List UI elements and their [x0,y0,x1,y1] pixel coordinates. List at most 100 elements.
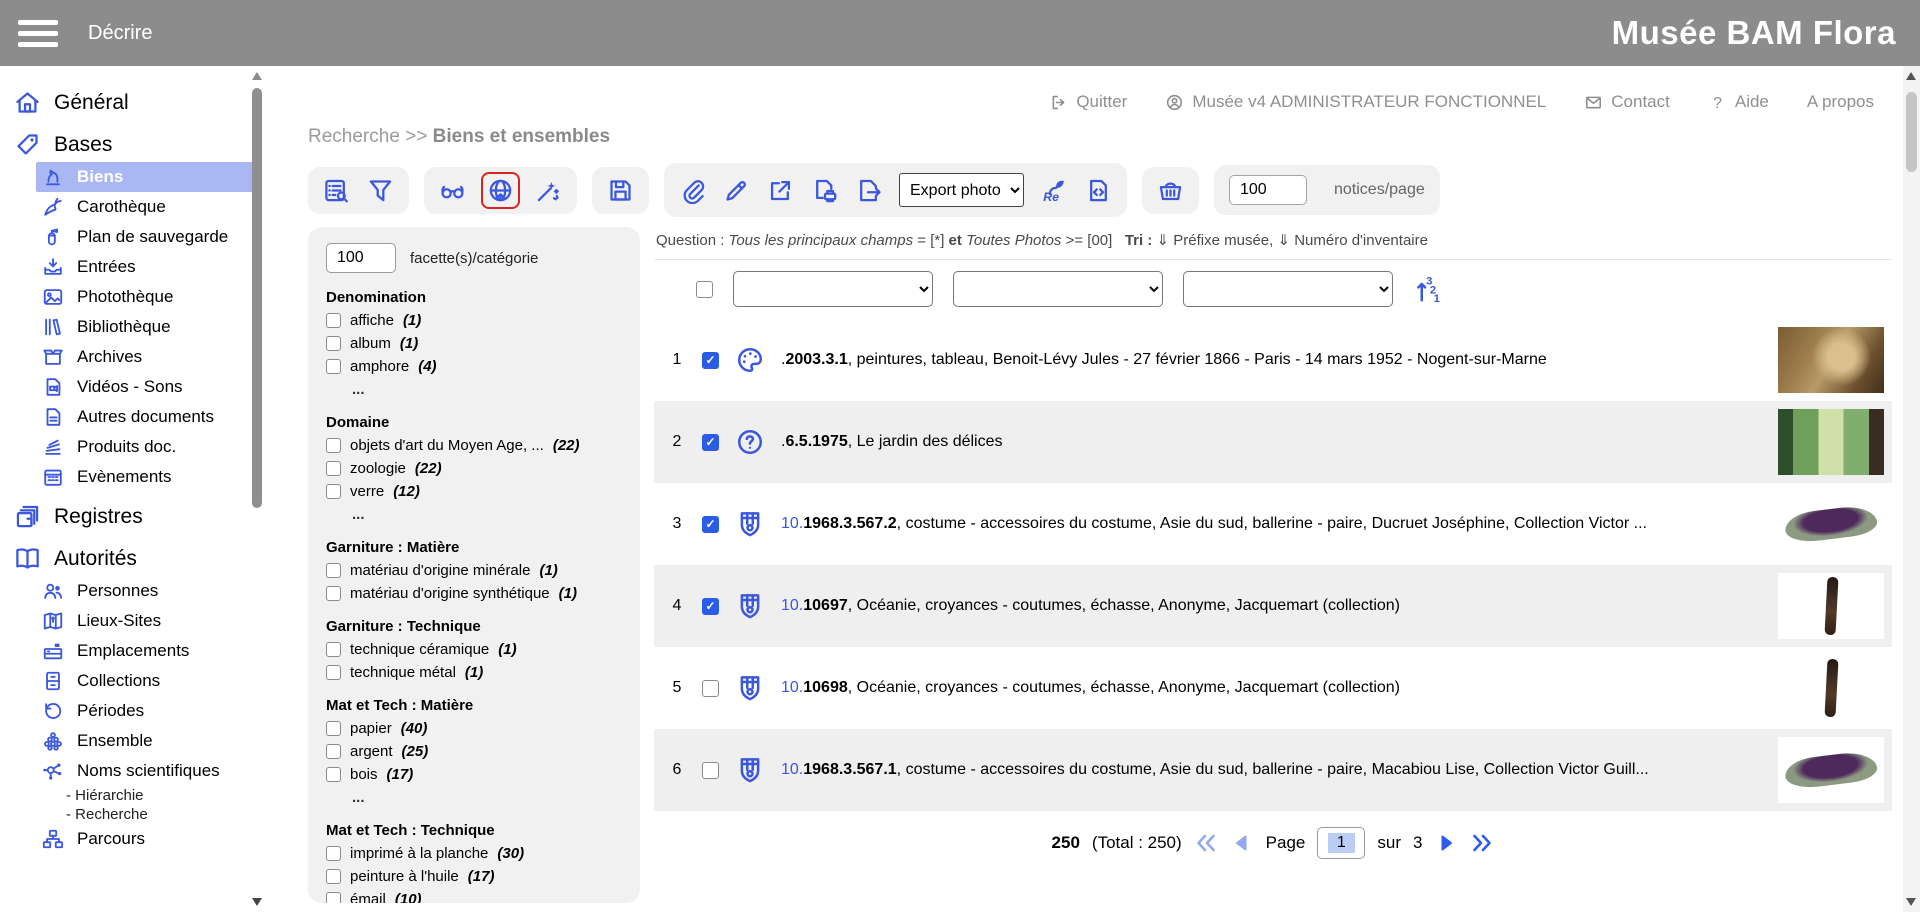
facet-item-imprim-la-planche[interactable]: imprimé à la planche(30) [326,845,622,862]
result-checkbox[interactable] [702,434,719,451]
facet-more[interactable]: ... [352,789,622,806]
export-photo-select[interactable]: Export photo [899,173,1024,207]
sidebar-item-vid-os-sons[interactable]: Vidéos - Sons [0,372,270,402]
result-checkbox[interactable] [702,680,719,697]
util-link-a-propos[interactable]: A propos [1807,92,1874,112]
facet-checkbox[interactable] [326,869,341,884]
save-icon[interactable] [607,177,634,204]
result-checkbox[interactable] [702,598,719,615]
result-text[interactable]: 10.10698, Océanie, croyances - coutumes,… [781,679,1778,697]
result-thumbnail-triptych[interactable] [1778,409,1884,475]
facet-item-mat-riau-d-origine-synth-tique[interactable]: matériau d'origine synthétique(1) [326,585,622,602]
breadcrumb-section[interactable]: Recherche [308,126,400,147]
sidebar-item-produits-doc[interactable]: Produits doc. [0,432,270,462]
filter-icon[interactable] [367,177,394,204]
sidebar-item-recherche[interactable]: - Recherche [0,805,270,824]
sidebar-item-ensemble[interactable]: Ensemble [0,726,270,756]
facet-item-amphore[interactable]: amphore(4) [326,358,622,375]
result-thumbnail-painting[interactable] [1778,327,1884,393]
print-doc-icon[interactable] [811,177,838,204]
edit-icon[interactable] [723,177,750,204]
result-checkbox[interactable] [702,762,719,779]
scroll-down-icon[interactable] [1906,898,1916,906]
notices-per-page-input[interactable] [1229,175,1307,205]
sidebar-item-p-riodes[interactable]: Périodes [0,696,270,726]
sidebar-item-biens[interactable]: Biens [36,162,254,192]
scroll-up-icon[interactable] [1906,72,1916,80]
result-thumbnail-slipper[interactable] [1778,491,1884,557]
result-text[interactable]: 10.1968.3.567.2, costume - accessoires d… [781,515,1778,533]
first-page-icon[interactable] [1194,831,1218,855]
facet-checkbox[interactable] [326,744,341,759]
result-text[interactable]: 10.10697, Océanie, croyances - coutumes,… [781,597,1778,615]
result-text[interactable]: .2003.3.1, peintures, tableau, Benoit-Lé… [781,351,1778,369]
wand-icon[interactable] [535,177,562,204]
result-checkbox[interactable] [702,516,719,533]
facet-checkbox[interactable] [326,359,341,374]
sidebar-item-g-n-ral[interactable]: Général [0,85,270,120]
facet-item-argent[interactable]: argent(25) [326,743,622,760]
numeric-sort-icon[interactable]: 321 [1413,273,1443,305]
facet-checkbox[interactable] [326,721,341,736]
sort-asc-select[interactable] [953,271,1163,307]
previous-page-icon[interactable] [1230,831,1254,855]
facet-checkbox[interactable] [326,665,341,680]
result-list-icon[interactable] [323,177,350,204]
sidebar-item-entr-es[interactable]: Entrées [0,252,270,282]
result-thumbnail-stilt[interactable] [1778,655,1884,721]
sidebar-item-noms-scientifiques[interactable]: Noms scientifiques [0,756,270,786]
util-link-contact[interactable]: Contact [1584,92,1670,112]
sidebar-item-archives[interactable]: Archives [0,342,270,372]
window-scrollbar[interactable] [1903,66,1920,912]
globe-icon[interactable] [487,177,514,204]
facet-item-papier[interactable]: papier(40) [326,720,622,737]
facet-item-zoologie[interactable]: zoologie(22) [326,460,622,477]
sidebar-item-caroth-que[interactable]: Carothèque [0,192,270,222]
sidebar-item-registres[interactable]: Registres [0,499,270,534]
sidebar-item-bases[interactable]: Bases [0,127,270,162]
facet-item-affiche[interactable]: affiche(1) [326,312,622,329]
facet-more[interactable]: ... [352,506,622,523]
sidebar-item-autorit-s[interactable]: Autorités [0,541,270,576]
facet-item-mail[interactable]: émail(10) [326,891,622,903]
result-thumbnail-slipper[interactable] [1778,737,1884,803]
facet-checkbox[interactable] [326,892,341,903]
facet-count-input[interactable] [326,243,396,273]
facet-item-technique-m-tal[interactable]: technique métal(1) [326,664,622,681]
util-link-aide[interactable]: ?Aide [1708,92,1769,112]
menu-icon[interactable] [18,20,58,47]
scrollbar-thumb[interactable] [252,88,262,508]
scroll-up-icon[interactable] [252,72,262,80]
facet-more[interactable]: ... [352,381,622,398]
facet-checkbox[interactable] [326,563,341,578]
display-mode-select[interactable] [733,271,933,307]
result-text[interactable]: 10.1968.3.567.1, costume - accessoires d… [781,761,1778,779]
facet-item-album[interactable]: album(1) [326,335,622,352]
facet-checkbox[interactable] [326,484,341,499]
sidebar-item-parcours[interactable]: Parcours [0,824,270,854]
sort-desc-select[interactable] [1183,271,1393,307]
select-all-checkbox[interactable] [696,281,713,298]
last-page-icon[interactable] [1470,831,1494,855]
external-link-icon[interactable] [767,177,794,204]
result-thumbnail-stilt[interactable] [1778,573,1884,639]
sidebar-item-hi-rarchie[interactable]: - Hiérarchie [0,786,270,805]
basket-icon[interactable] [1157,177,1184,204]
re-export-icon[interactable]: Re [1041,177,1068,204]
page-input[interactable]: 1 [1317,827,1365,859]
result-text[interactable]: .6.5.1975, Le jardin des délices [781,433,1778,451]
facet-checkbox[interactable] [326,461,341,476]
facet-checkbox[interactable] [326,313,341,328]
facet-checkbox[interactable] [326,586,341,601]
sidebar-item-personnes[interactable]: Personnes [0,576,270,606]
sidebar-item-phototh-que[interactable]: Photothèque [0,282,270,312]
facet-checkbox[interactable] [326,438,341,453]
result-checkbox[interactable] [702,352,719,369]
sidebar-item-lieux-sites[interactable]: Lieux-Sites [0,606,270,636]
facet-item-peinture-l-huile[interactable]: peinture à l'huile(17) [326,868,622,885]
facet-item-technique-c-ramique[interactable]: technique céramique(1) [326,641,622,658]
util-link-quitter[interactable]: Quitter [1049,92,1127,112]
sidebar-item-ev-nements[interactable]: Evènements [0,462,270,492]
attach-icon[interactable] [679,177,706,204]
util-link-mus-e-v4-administrateur-fonctionnel[interactable]: Musée v4 ADMINISTRATEUR FONCTIONNEL [1165,92,1546,112]
